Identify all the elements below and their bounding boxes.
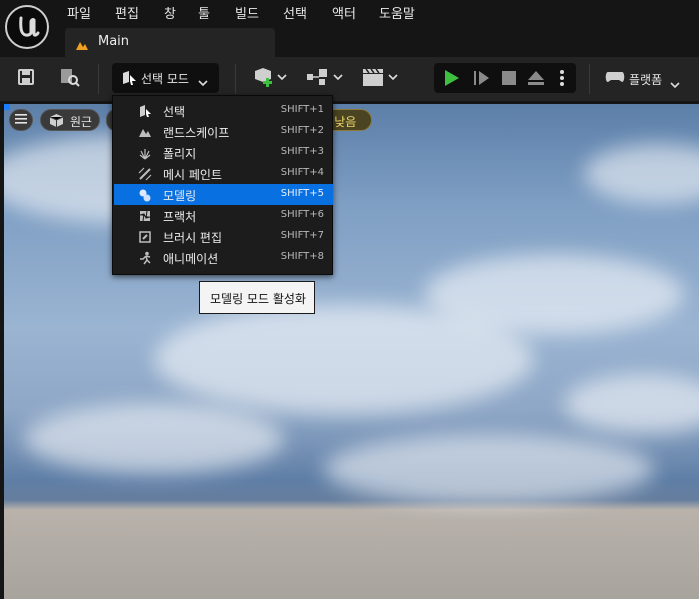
- mode-item-shortcut: SHIFT+4: [280, 167, 324, 178]
- animation-icon: [138, 250, 152, 265]
- menu-file[interactable]: 파일: [67, 3, 91, 22]
- menu-window[interactable]: 창: [164, 3, 176, 22]
- menu-actor[interactable]: 액터: [332, 3, 356, 22]
- mode-item-label: 모델링: [163, 189, 197, 203]
- blueprint-button[interactable]: [306, 64, 344, 94]
- content-browser-button[interactable]: [56, 64, 84, 94]
- perspective-button[interactable]: 원근: [40, 109, 100, 131]
- mode-item-shortcut: SHIFT+5: [280, 188, 324, 199]
- mode-item-modeling[interactable]: 모델링 SHIFT+5: [114, 184, 333, 205]
- mode-item-label: 선택: [163, 105, 186, 119]
- eject-button[interactable]: [526, 68, 546, 92]
- browse-icon: [59, 67, 81, 91]
- landscape-icon: [138, 124, 152, 138]
- mode-item-shortcut: SHIFT+6: [280, 209, 324, 220]
- foliage-icon: [138, 145, 152, 160]
- mode-item-brush-edit[interactable]: 브러시 편집 SHIFT+7: [114, 226, 333, 247]
- play-options-button[interactable]: [558, 68, 566, 92]
- save-icon: [17, 68, 35, 90]
- tooltip-text: 모델링 모드 활성화: [210, 292, 306, 306]
- main-toolbar: 선택 모드 플랫폼: [0, 57, 699, 101]
- sky-cloud: [424, 254, 684, 334]
- sky-cloud: [324, 434, 654, 504]
- tab-main[interactable]: Main: [65, 28, 275, 57]
- perspective-cube-icon: [49, 113, 64, 131]
- menu-bar: 파일 편집 창 툴 빌드 선택 액터 도움말 Main: [0, 0, 699, 57]
- cinematics-button[interactable]: [361, 64, 399, 94]
- mode-item-shortcut: SHIFT+2: [280, 125, 324, 136]
- eject-icon: [526, 71, 546, 92]
- tab-label: Main: [98, 34, 130, 49]
- mode-item-label: 브러시 편집: [163, 231, 223, 245]
- chevron-down-icon: [198, 72, 208, 91]
- mode-select-label: 선택 모드: [141, 72, 189, 86]
- mode-item-fracture[interactable]: 프랙처 SHIFT+6: [114, 205, 333, 226]
- sky-cloud: [564, 374, 699, 434]
- menu-help[interactable]: 도움말: [379, 3, 415, 22]
- modeling-icon: [138, 187, 152, 202]
- mode-item-shortcut: SHIFT+3: [280, 146, 324, 157]
- toolbar-separator: [589, 64, 590, 94]
- mode-item-label: 메시 페인트: [163, 168, 223, 182]
- mode-item-mesh-paint[interactable]: 메시 페인트 SHIFT+4: [114, 163, 333, 184]
- mode-item-landscape[interactable]: 랜드스케이프 SHIFT+2: [114, 121, 333, 142]
- add-actor-button[interactable]: [251, 64, 289, 94]
- mode-select-button[interactable]: 선택 모드: [112, 63, 219, 93]
- more-vertical-icon: [558, 70, 566, 92]
- menu-select[interactable]: 선택: [283, 3, 307, 22]
- level-viewport[interactable]: [4, 104, 699, 599]
- mode-item-label: 프랙처: [163, 210, 197, 224]
- clapperboard-icon: [361, 67, 399, 91]
- brush-edit-icon: [138, 229, 152, 243]
- advance-frame-button[interactable]: [472, 68, 492, 92]
- chevron-down-icon: [670, 74, 680, 93]
- stop-icon: [500, 71, 518, 91]
- mesh-paint-icon: [138, 166, 152, 181]
- sky-cloud: [584, 144, 699, 204]
- play-icon: [442, 70, 462, 92]
- add-actor-icon: [253, 67, 287, 91]
- tooltip: 모델링 모드 활성화: [199, 281, 315, 314]
- mode-item-shortcut: SHIFT+7: [280, 230, 324, 241]
- save-button[interactable]: [13, 64, 39, 94]
- menu-edit[interactable]: 편집: [115, 3, 139, 22]
- viewport-options-button[interactable]: [9, 109, 33, 131]
- viewport-focus-indicator: [4, 104, 10, 110]
- mode-item-select[interactable]: 선택 SHIFT+1: [114, 100, 333, 121]
- mode-item-shortcut: SHIFT+8: [280, 251, 324, 262]
- mode-item-label: 애니메이션: [163, 252, 219, 266]
- mode-item-label: 랜드스케이프: [163, 126, 230, 140]
- platforms-label: 플랫폼: [629, 73, 663, 87]
- mode-item-foliage[interactable]: 폴리지 SHIFT+3: [114, 142, 333, 163]
- mode-item-shortcut: SHIFT+1: [280, 104, 324, 115]
- step-forward-icon: [472, 71, 492, 92]
- menu-tools[interactable]: 툴: [198, 3, 210, 22]
- toolbar-separator: [235, 64, 236, 94]
- select-mode-icon: [138, 103, 152, 117]
- blueprint-icon: [306, 67, 344, 91]
- mode-item-label: 폴리지: [163, 147, 197, 161]
- hamburger-menu-icon: [15, 113, 27, 127]
- gamepad-icon: [604, 69, 626, 89]
- mode-item-animation[interactable]: 애니메이션 SHIFT+8: [114, 247, 333, 268]
- level-icon: [75, 36, 89, 55]
- fracture-icon: [138, 208, 152, 222]
- stop-button[interactable]: [500, 69, 518, 91]
- play-controls: [434, 63, 576, 93]
- select-mode-icon: [121, 70, 137, 90]
- menu-build[interactable]: 빌드: [235, 3, 259, 22]
- mode-dropdown-menu: 선택 SHIFT+1 랜드스케이프 SHIFT+2 폴리지 SHIFT+3 메시…: [112, 95, 333, 275]
- play-button[interactable]: [442, 68, 462, 92]
- unreal-logo-icon[interactable]: [5, 5, 49, 49]
- sky-cloud: [24, 404, 284, 474]
- toolbar-separator: [98, 64, 99, 94]
- perspective-label: 원근: [70, 115, 93, 129]
